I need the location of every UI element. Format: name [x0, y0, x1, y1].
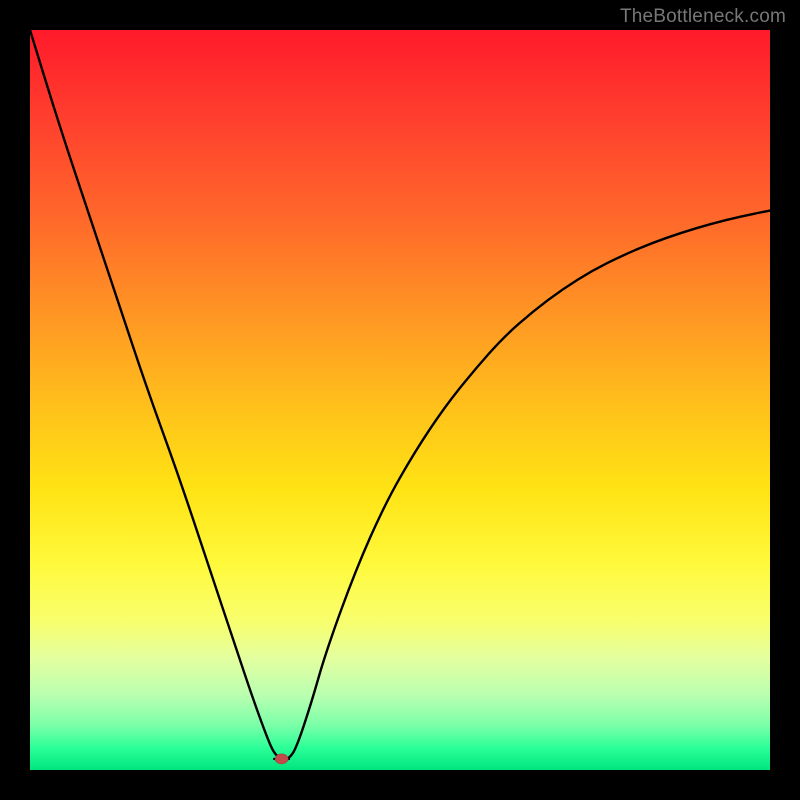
chart-frame: TheBottleneck.com [0, 0, 800, 800]
bottleneck-curve [30, 30, 770, 759]
watermark-text: TheBottleneck.com [620, 6, 786, 28]
chart-svg [30, 30, 770, 770]
curve-group [30, 30, 770, 764]
plot-area [30, 30, 770, 770]
marker-dot [275, 754, 288, 764]
